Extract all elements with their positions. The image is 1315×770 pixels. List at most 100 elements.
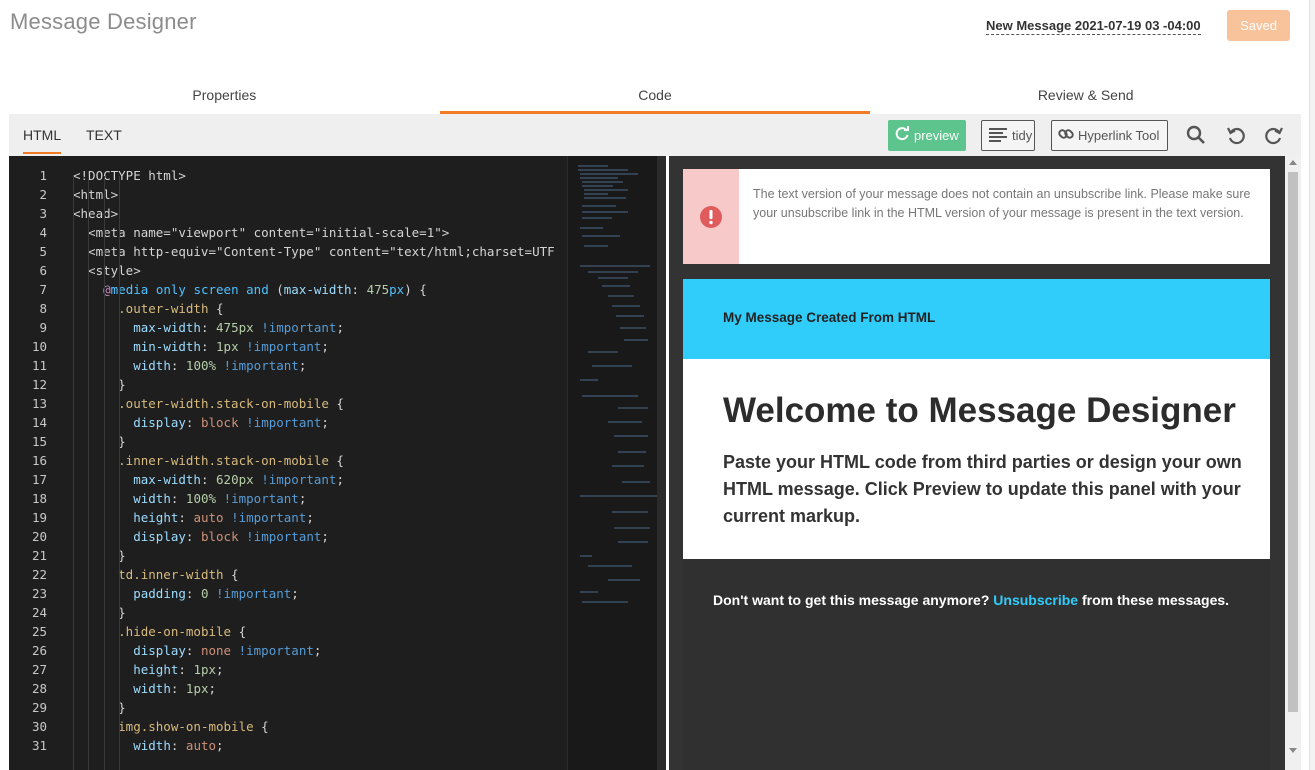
code-line[interactable]: <!DOCTYPE html> xyxy=(73,166,186,185)
link-icon xyxy=(1058,126,1074,145)
hyperlink-tool-button[interactable]: Hyperlink Tool xyxy=(1051,120,1168,151)
code-line[interactable]: height: 1px; xyxy=(73,660,223,679)
alert-text: The text version of your message does no… xyxy=(753,187,1251,220)
code-line[interactable]: <head> xyxy=(73,204,118,223)
refresh-icon xyxy=(894,126,910,145)
redo-icon[interactable] xyxy=(1263,124,1285,146)
code-line[interactable]: .outer-width { xyxy=(73,299,223,318)
tab-review-send[interactable]: Review & Send xyxy=(870,80,1301,115)
line-number: 31 xyxy=(31,738,47,753)
saved-button[interactable]: Saved xyxy=(1227,10,1290,41)
line-number: 28 xyxy=(31,681,47,696)
line-number: 2 xyxy=(39,187,47,202)
line-number: 9 xyxy=(39,320,47,335)
line-number: 6 xyxy=(39,263,47,278)
code-line[interactable]: display: block !important; xyxy=(73,527,329,546)
code-line[interactable]: } xyxy=(73,375,126,394)
minimap-preview xyxy=(578,165,658,603)
unsubscribe-link[interactable]: Unsubscribe xyxy=(993,592,1078,608)
search-icon[interactable] xyxy=(1185,124,1207,146)
code-line[interactable]: width: 100% !important; xyxy=(73,356,306,375)
line-number: 18 xyxy=(31,491,47,506)
preview-pane: The text version of your message does no… xyxy=(669,156,1301,770)
line-number: 14 xyxy=(31,415,47,430)
email-header: My Message Created From HTML xyxy=(683,279,1270,359)
preview-scroll-thumb[interactable] xyxy=(1288,172,1298,712)
editor-toolbar: HTML TEXT preview tidy Hyperlink Tool xyxy=(9,114,1301,156)
line-number: 20 xyxy=(31,529,47,544)
preview-scrollbar[interactable] xyxy=(1285,156,1301,770)
code-line[interactable]: @media only screen and (max-width: 475px… xyxy=(73,280,427,299)
tidy-button[interactable]: tidy xyxy=(981,120,1035,151)
pane-splitter[interactable] xyxy=(657,156,666,770)
code-line[interactable]: } xyxy=(73,546,126,565)
preview-label: preview xyxy=(914,128,959,143)
line-number: 30 xyxy=(31,719,47,734)
app-title: Message Designer xyxy=(10,9,197,34)
line-number: 26 xyxy=(31,643,47,658)
email-header-text: My Message Created From HTML xyxy=(723,310,936,325)
code-line[interactable]: width: auto; xyxy=(73,736,223,755)
code-line[interactable]: <html> xyxy=(73,185,118,204)
line-number-gutter: 1 2 3 4 5 6 7 8 9 10 11 12 13 14 15 16 17 18 19 20 21 22 23 24 2… xyxy=(9,156,57,770)
line-number: 7 xyxy=(39,282,47,297)
code-line[interactable]: .hide-on-mobile { xyxy=(73,622,246,641)
footer-after: from these messages. xyxy=(1078,592,1230,608)
code-line[interactable]: <style> xyxy=(73,261,141,280)
code-editor[interactable]: 1 2 3 4 5 6 7 8 9 10 11 12 13 14 15 16 17 18 19 20 21 22 23 24 2… xyxy=(9,156,666,770)
code-line[interactable]: width: 100% !important; xyxy=(73,489,306,508)
line-number: 11 xyxy=(31,358,47,373)
unsubscribe-warning: The text version of your message does no… xyxy=(683,169,1270,264)
line-number: 12 xyxy=(31,377,47,392)
line-number: 5 xyxy=(39,244,47,259)
code-line[interactable]: display: none !important; xyxy=(73,641,321,660)
scroll-down-arrow-icon[interactable] xyxy=(1289,748,1297,753)
code-line[interactable]: } xyxy=(73,698,126,717)
tab-properties[interactable]: Properties xyxy=(9,80,440,115)
code-line[interactable]: padding: 0 !important; xyxy=(73,584,299,603)
code-line[interactable]: height: auto !important; xyxy=(73,508,314,527)
page-scrollbar[interactable] xyxy=(1309,0,1315,770)
subtab-text[interactable]: TEXT xyxy=(86,127,122,143)
code-line[interactable]: img.show-on-mobile { xyxy=(73,717,269,736)
code-line[interactable]: max-width: 620px !important; xyxy=(73,470,344,489)
line-number: 13 xyxy=(31,396,47,411)
line-number: 15 xyxy=(31,434,47,449)
email-footer: Don't want to get this message anymore? … xyxy=(683,559,1270,770)
code-line[interactable]: .inner-width.stack-on-mobile { xyxy=(73,451,344,470)
tab-code[interactable]: Code xyxy=(439,80,871,115)
indent-guide xyxy=(73,176,74,770)
message-name[interactable]: New Message 2021-07-19 03 -04:00 xyxy=(986,18,1201,35)
line-number: 21 xyxy=(31,548,47,563)
line-number: 17 xyxy=(31,472,47,487)
alert-icon-area xyxy=(683,169,739,264)
line-number: 19 xyxy=(31,510,47,525)
line-number: 23 xyxy=(31,586,47,601)
scroll-up-arrow-icon[interactable] xyxy=(1289,160,1297,165)
email-body-text: Paste your HTML code from third parties … xyxy=(723,452,1242,526)
code-line[interactable]: .outer-width.stack-on-mobile { xyxy=(73,394,344,413)
code-line[interactable]: <meta name="viewport" content="initial-s… xyxy=(73,223,449,242)
tidy-label: tidy xyxy=(1012,128,1033,143)
email-title: Welcome to Message Designer xyxy=(723,391,1236,430)
code-line[interactable]: <meta http-equiv="Content-Type" content=… xyxy=(73,242,555,261)
code-minimap[interactable] xyxy=(567,156,658,770)
code-line[interactable]: width: 1px; xyxy=(73,679,216,698)
undo-icon[interactable] xyxy=(1225,124,1247,146)
line-number: 22 xyxy=(31,567,47,582)
line-number: 1 xyxy=(39,168,47,183)
code-line[interactable]: min-width: 1px !important; xyxy=(73,337,329,356)
subtab-html[interactable]: HTML xyxy=(23,127,62,154)
hyperlink-label: Hyperlink Tool xyxy=(1078,128,1160,143)
code-line[interactable]: td.inner-width { xyxy=(73,565,238,584)
line-number: 24 xyxy=(31,605,47,620)
preview-button[interactable]: preview xyxy=(888,120,966,151)
line-number: 4 xyxy=(39,225,47,240)
footer-before: Don't want to get this message anymore? xyxy=(713,592,994,608)
code-line[interactable]: max-width: 475px !important; xyxy=(73,318,344,337)
code-line[interactable]: } xyxy=(73,603,126,622)
code-area[interactable]: <!DOCTYPE html> <html> <head> <meta name="… xyxy=(73,156,567,770)
code-line[interactable]: } xyxy=(73,432,126,451)
line-number: 16 xyxy=(31,453,47,468)
code-line[interactable]: display: block !important; xyxy=(73,413,329,432)
